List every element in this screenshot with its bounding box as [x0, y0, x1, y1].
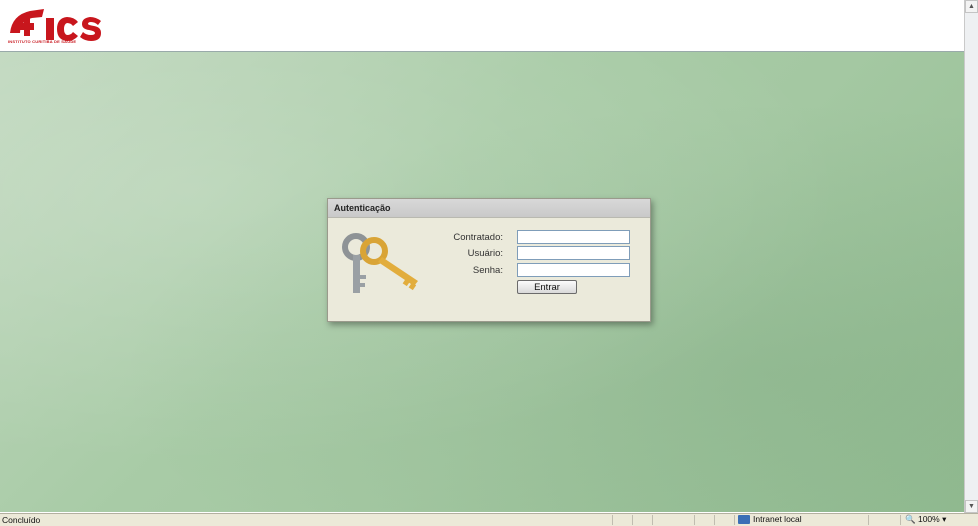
magnifier-icon: 🔍 [905, 514, 916, 524]
status-divider [612, 515, 613, 525]
login-panel-title: Autenticação [328, 199, 650, 218]
senha-row: Senha: [408, 263, 648, 279]
status-divider [632, 515, 633, 525]
contratado-input[interactable] [517, 230, 630, 244]
status-text: Concluído [2, 515, 41, 525]
zone-label: Intranet local [753, 514, 802, 524]
security-zone[interactable]: Intranet local [738, 514, 802, 525]
usuario-label: Usuário: [467, 248, 503, 259]
contratado-row: Contratado: [408, 230, 648, 246]
page-header: INSTITUTO CURITIBA DE SAÚDE [0, 0, 964, 52]
status-divider [714, 515, 715, 525]
zoom-control[interactable]: 🔍 100% ▾ [905, 514, 946, 525]
logo-subtitle: INSTITUTO CURITIBA DE SAÚDE [8, 39, 77, 44]
status-divider [900, 515, 901, 525]
entrar-button[interactable]: Entrar [517, 280, 577, 294]
senha-input[interactable] [517, 263, 630, 277]
contratado-label: Contratado: [453, 232, 503, 243]
scroll-up-arrow-icon[interactable]: ▲ [965, 0, 978, 13]
status-divider [734, 515, 735, 525]
status-divider [652, 515, 653, 525]
login-panel: Autenticação Contratado: Usuário: Senha:… [327, 198, 651, 322]
usuario-input[interactable] [517, 246, 630, 260]
senha-label: Senha: [472, 265, 503, 276]
intranet-icon [738, 515, 750, 525]
usuario-row: Usuário: [408, 246, 648, 262]
status-bar: Concluído Intranet local 🔍 100% ▾ [0, 513, 978, 526]
status-divider [868, 515, 869, 525]
vertical-scrollbar[interactable]: ▲ ▼ [964, 0, 978, 513]
status-divider [694, 515, 695, 525]
scroll-down-arrow-icon[interactable]: ▼ [965, 500, 978, 513]
zoom-label: 100% [917, 514, 940, 524]
